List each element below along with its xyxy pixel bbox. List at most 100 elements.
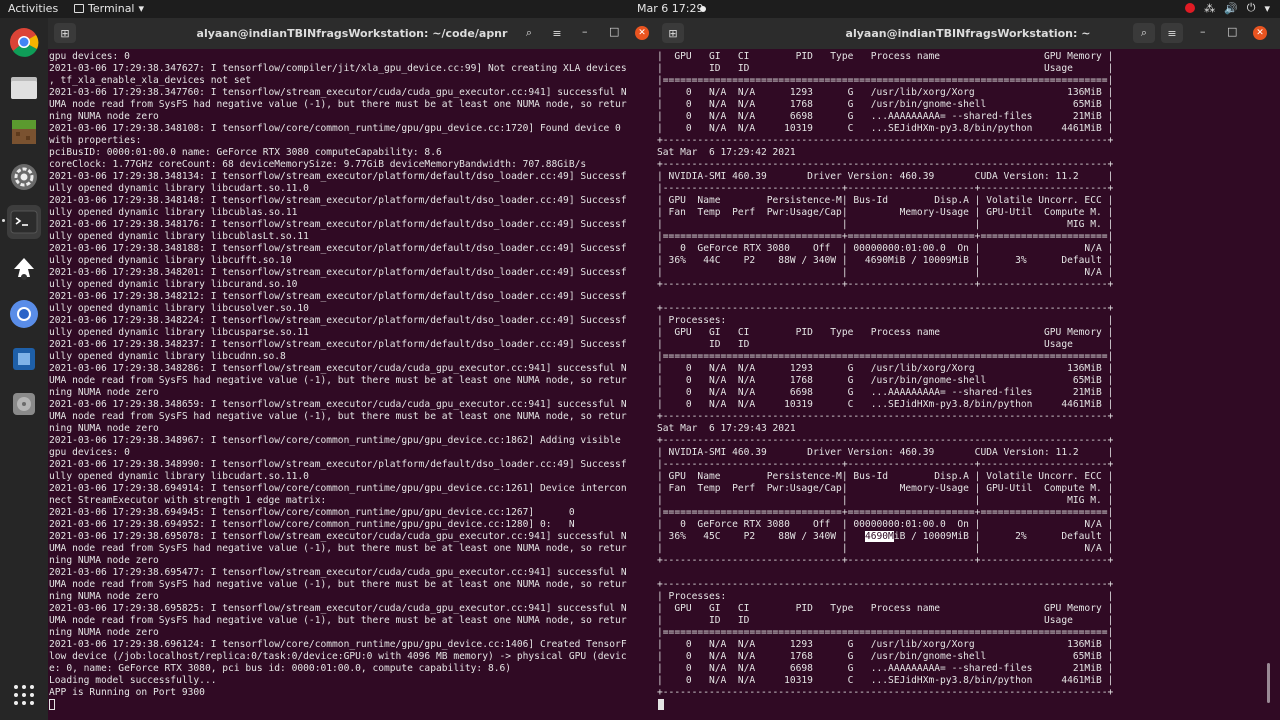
running-indicator-icon: [2, 219, 5, 222]
terminal-line: | GPU Name Persistence-M| Bus-Id Disp.A …: [657, 195, 1114, 206]
menu-icon[interactable]: ≡: [1161, 23, 1183, 43]
disk-icon[interactable]: [7, 387, 41, 421]
volume-icon[interactable]: 🔊: [1224, 2, 1238, 15]
terminal-line: | NVIDIA-SMI 460.39 Driver Version: 460.…: [657, 447, 1114, 458]
terminal-line: | 0 N/A N/A 1293 G /usr/lib/xorg/Xorg 13…: [657, 639, 1114, 650]
terminal-line: | | | MIG M. |: [657, 219, 1114, 230]
files-icon[interactable]: [7, 70, 41, 104]
app-menu[interactable]: Terminal ▾: [74, 2, 144, 15]
terminal-line: +---------------------------------------…: [657, 159, 1114, 170]
inkscape-icon[interactable]: [7, 252, 41, 286]
chevron-down-icon[interactable]: ▾: [1264, 2, 1270, 15]
terminal-line: 2021-03-06 17:29:38.348148: I tensorflow…: [49, 195, 627, 206]
close-icon[interactable]: ✕: [635, 26, 649, 40]
clock[interactable]: Mar 6 17:29: [637, 2, 703, 15]
terminal-line: | 0 GeForce RTX 3080 Off | 00000000:01:0…: [657, 243, 1114, 254]
terminal-line: |-------------------------------+-------…: [657, 459, 1114, 470]
terminal-line: | 0 N/A N/A 6698 G ...AAAAAAAAA= --share…: [657, 111, 1114, 122]
terminal-output[interactable]: | GPU GI CI PID Type Process name GPU Me…: [657, 51, 1113, 699]
terminal-line: 2021-03-06 17:29:38.348212: I tensorflow…: [49, 291, 627, 302]
terminal-line: nect StreamExecutor with strength 1 edge…: [49, 495, 327, 506]
terminal-line: ning NUMA node zero: [49, 555, 159, 566]
terminal-line: coreClock: 1.77GHz coreCount: 68 deviceM…: [49, 159, 587, 170]
close-icon[interactable]: ✕: [1253, 26, 1267, 40]
screen-record-icon[interactable]: [1185, 3, 1196, 13]
terminal-line: gpu devices: 0: [49, 51, 130, 62]
terminal-icon[interactable]: [7, 205, 41, 239]
terminal-line: | 0 N/A N/A 1768 G /usr/bin/gnome-shell …: [657, 375, 1114, 386]
terminal-line: | 0 N/A N/A 1293 G /usr/lib/xorg/Xorg 13…: [657, 363, 1114, 374]
show-applications-icon[interactable]: [7, 678, 41, 712]
power-icon[interactable]: ⏻: [1247, 1, 1256, 15]
terminal-line: 2021-03-06 17:29:38.694945: I tensorflow…: [49, 507, 575, 518]
selected-text: 4690M: [864, 531, 894, 542]
chevron-down-icon: ▾: [138, 2, 145, 15]
terminal-line: 2021-03-06 17:29:38.348224: I tensorflow…: [49, 315, 627, 326]
terminal-line: | 36% 44C P2 88W / 340W | 4690MiB / 1000…: [657, 255, 1114, 266]
terminal-line: 2021-03-06 17:29:38.348659: I tensorflow…: [49, 399, 627, 410]
maximize-icon[interactable]: □: [609, 25, 619, 38]
terminal-app-icon: [74, 4, 84, 13]
terminal-line: 2021-03-06 17:29:38.348188: I tensorflow…: [49, 243, 627, 254]
terminal-line: 2021-03-06 17:29:38.694914: I tensorflow…: [49, 483, 627, 494]
terminal-cursor: [658, 699, 664, 710]
terminal-line: | 0 GeForce RTX 3080 Off | 00000000:01:0…: [657, 519, 1114, 530]
terminal-line: |===============================+=======…: [657, 231, 1114, 242]
minecraft-icon[interactable]: [7, 115, 41, 149]
notification-dot-icon: [700, 6, 706, 12]
terminal-line: 2021-03-06 17:29:38.348967: I tensorflow…: [49, 435, 621, 446]
terminal-line: ning NUMA node zero: [49, 591, 159, 602]
minimize-icon[interactable]: –: [1200, 25, 1206, 38]
scrollbar[interactable]: [1267, 663, 1270, 703]
terminal-line: | Processes: |: [657, 315, 1114, 326]
minimize-icon[interactable]: –: [582, 25, 588, 38]
terminal-line: 2021-03-06 17:29:38.347627: I tensorflow…: [49, 63, 627, 74]
terminal-line: |=======================================…: [657, 351, 1114, 362]
terminal-line: UMA node read from SysFS had negative va…: [49, 579, 627, 590]
terminal-line: Sat Mar 6 17:29:42 2021: [657, 147, 796, 158]
right-terminal-window: ⊞ alyaan@indianTBINfragsWorkstation: ~ ⌕…: [656, 18, 1280, 720]
search-icon[interactable]: ⌕: [518, 23, 540, 43]
terminal-line: ning NUMA node zero: [49, 111, 159, 122]
virtualbox-icon[interactable]: [7, 342, 41, 376]
terminal-line: +---------------------------------------…: [657, 687, 1114, 698]
terminal-line: | 0 N/A N/A 6698 G ...AAAAAAAAA= --share…: [657, 663, 1114, 674]
terminal-line: 2021-03-06 17:29:38.695078: I tensorflow…: [49, 531, 627, 542]
top-bar: Activities Terminal ▾ Mar 6 17:29 ⁂ 🔊 ⏻ …: [0, 0, 1280, 18]
terminal-line: ully opened dynamic library libcufft.so.…: [49, 255, 292, 266]
menu-icon[interactable]: ≡: [546, 23, 568, 43]
terminal-line: | ID ID Usage |: [657, 615, 1114, 626]
activities-button[interactable]: Activities: [8, 2, 58, 15]
terminal-line: 2021-03-06 17:29:38.348990: I tensorflow…: [49, 459, 627, 470]
terminal-line: +---------------------------------------…: [657, 411, 1114, 422]
chromium-icon[interactable]: [7, 297, 41, 331]
terminal-line: | GPU GI CI PID Type Process name GPU Me…: [657, 51, 1114, 62]
terminal-line: ully opened dynamic library libcudart.so…: [49, 471, 309, 482]
terminal-line: low device (/job:localhost/replica:0/tas…: [49, 651, 627, 662]
terminal-line: ully opened dynamic library libcusparse.…: [49, 327, 309, 338]
terminal-line: +-------------------------------+-------…: [657, 555, 1114, 566]
terminal-line: ully opened dynamic library libcublasLt.…: [49, 231, 309, 242]
terminal-line: | ID ID Usage |: [657, 63, 1114, 74]
terminal-output[interactable]: gpu devices: 0 2021-03-06 17:29:38.34762…: [49, 51, 627, 699]
terminal-line: APP is Running on Port 9300: [49, 687, 205, 698]
system-tray[interactable]: ⁂ 🔊 ⏻ ▾: [1185, 1, 1270, 15]
left-terminal-header: ⊞ alyaan@indianTBINfragsWorkstation: ~/c…: [48, 18, 656, 49]
terminal-line: +---------------------------------------…: [657, 303, 1114, 314]
terminal-line: 2021-03-06 17:29:38.348286: I tensorflow…: [49, 363, 627, 374]
terminal-line: | Processes: |: [657, 591, 1114, 602]
settings-icon[interactable]: [7, 160, 41, 194]
chrome-icon[interactable]: [7, 25, 41, 59]
search-icon[interactable]: ⌕: [1133, 23, 1155, 43]
terminal-line: |=======================================…: [657, 75, 1114, 86]
terminal-line: | | | N/A |: [657, 267, 1114, 278]
terminal-line: 2021-03-06 17:29:38.347760: I tensorflow…: [49, 87, 627, 98]
terminal-line: +---------------------------------------…: [657, 135, 1114, 146]
terminal-line: e: 0, name: GeForce RTX 3080, pci bus id…: [49, 663, 512, 674]
maximize-icon[interactable]: □: [1227, 25, 1237, 38]
terminal-line: | GPU GI CI PID Type Process name GPU Me…: [657, 327, 1114, 338]
terminal-line: 2021-03-06 17:29:38.348176: I tensorflow…: [49, 219, 627, 230]
terminal-line: 2021-03-06 17:29:38.348108: I tensorflow…: [49, 123, 621, 134]
terminal-line: | Fan Temp Perf Pwr:Usage/Cap| Memory-Us…: [657, 483, 1114, 494]
network-icon[interactable]: ⁂: [1204, 2, 1215, 15]
